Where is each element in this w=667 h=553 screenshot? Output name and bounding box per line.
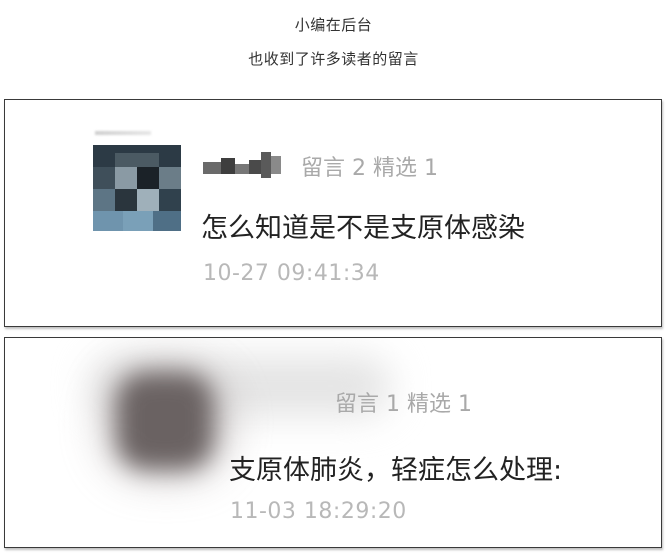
intro-line-2: 也收到了许多读者的留言 (248, 50, 419, 68)
nickname[interactable] (203, 152, 283, 178)
comment-stats: 留言 1 精选 1 (335, 392, 472, 417)
avatar[interactable] (117, 373, 213, 469)
comment-stats: 留言 2 精选 1 (301, 156, 438, 181)
intro-line-1: 小编在后台 (294, 16, 373, 34)
avatar-shadow (95, 131, 151, 135)
comment-card: 留言 1 精选 1 支原体肺炎，轻症怎么处理: 11-03 18:29:20 (4, 337, 662, 548)
comment-text: 怎么知道是不是支原体感染 (201, 213, 525, 244)
comment-card: 留言 2 精选 1 怎么知道是不是支原体感染 10-27 09:41:34 (4, 99, 662, 327)
avatar[interactable] (93, 145, 181, 231)
comment-text: 支原体肺炎，轻症怎么处理: (229, 455, 563, 486)
comment-time: 11-03 18:29:20 (230, 499, 407, 524)
comment-time: 10-27 09:41:34 (203, 261, 380, 286)
